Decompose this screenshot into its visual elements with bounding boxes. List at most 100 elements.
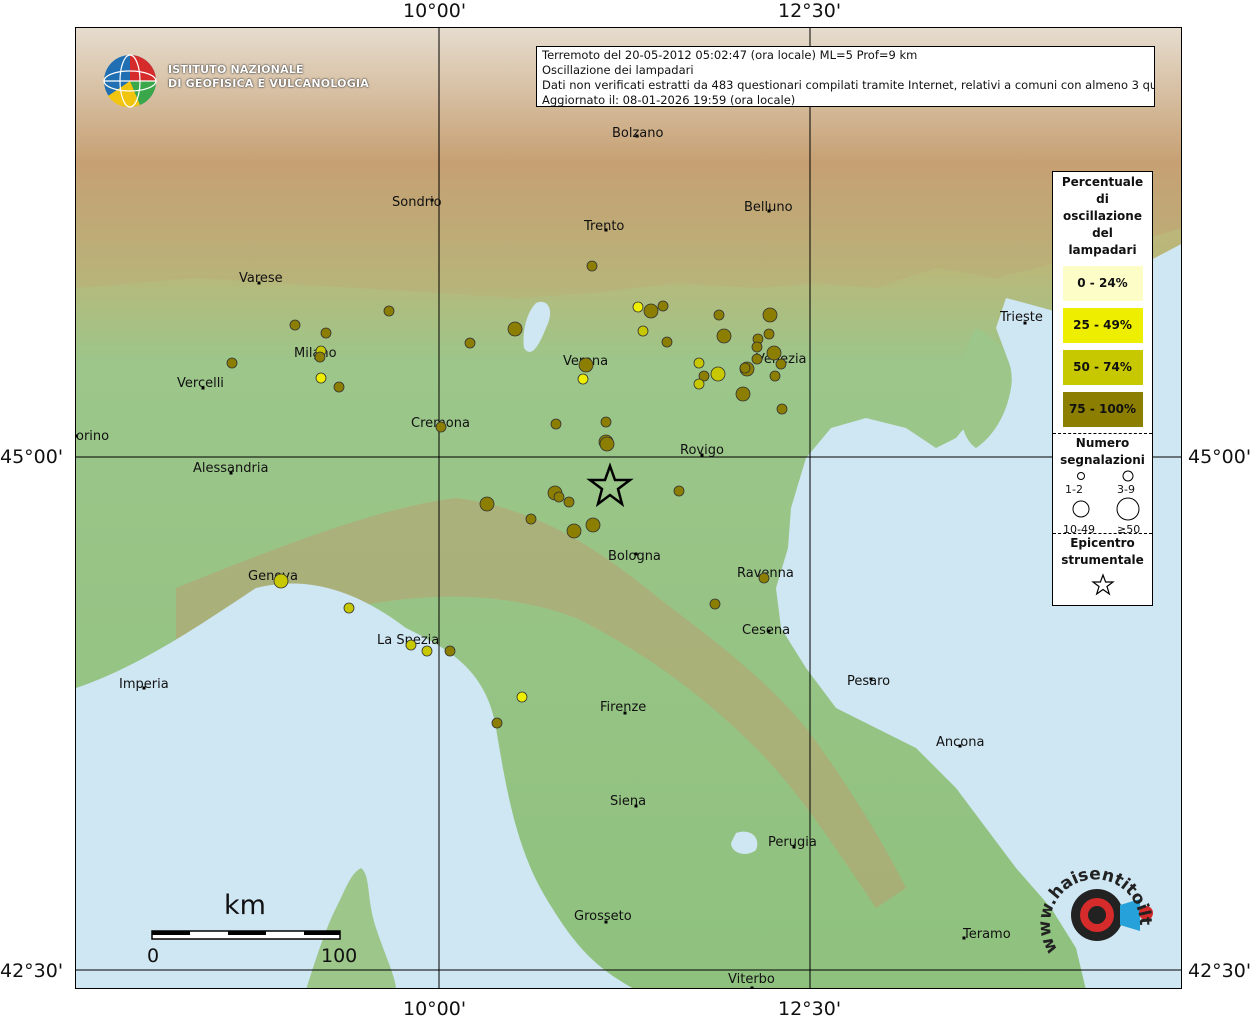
city-label-orino: orino [76, 429, 109, 444]
observation-point[interactable] [566, 523, 582, 539]
city-label-trento: Trento [583, 219, 624, 234]
size-label-3-9: 3-9 [1117, 483, 1135, 496]
legend-title-line: oscillazione [1063, 209, 1142, 223]
map-canvas[interactable]: Bolzano Sondrio Trento Belluno Varese Milano V… [75, 27, 1182, 989]
city-label-ancona: Ancona [936, 735, 984, 750]
city-label-alessandria: Alessandria [193, 461, 268, 476]
observation-point[interactable] [550, 418, 562, 430]
size-label-10-49: 10-49 [1063, 523, 1095, 536]
legend-epicenter-title-line: strumentale [1061, 553, 1144, 567]
observation-point[interactable] [444, 645, 456, 657]
observation-point[interactable] [421, 645, 433, 657]
observation-point[interactable] [226, 357, 238, 369]
observation-point[interactable] [289, 319, 301, 331]
observation-point[interactable] [491, 717, 503, 729]
size-circle-3-9 [1122, 470, 1134, 482]
latitude-label-right-4230: 42°30' [1188, 960, 1252, 982]
longitude-label-top-right: 12°30' [778, 0, 842, 22]
size-circle-1-2 [1077, 472, 1085, 480]
observation-point[interactable] [553, 491, 565, 503]
legend-title-line: lampadari [1068, 243, 1137, 257]
info-line-disclaimer: Dati non verificati estratti da 483 ques… [542, 78, 1155, 92]
observation-point[interactable] [585, 517, 601, 533]
observation-point[interactable] [776, 403, 788, 415]
scale-start: 0 [147, 945, 160, 967]
scale-end: 100 [321, 945, 358, 967]
scale-ruler [151, 930, 341, 940]
observation-point[interactable] [766, 345, 782, 361]
city-label-vercelli: Vercelli [177, 376, 224, 391]
longitude-label-bottom-left: 10°00' [403, 998, 467, 1020]
latitude-label-right-45: 45°00' [1188, 446, 1252, 468]
ingv-logo-line-1: ISTITUTO NAZIONALE [168, 63, 304, 76]
city-label-bolzano: Bolzano [612, 126, 664, 141]
ingv-logo-line-2: DI GEOFISICA E VULCANOLOGIA [168, 77, 369, 90]
city-label-trieste: Trieste [999, 310, 1043, 325]
observation-point[interactable] [751, 353, 763, 365]
city-label-pesaro: Pesaro [847, 674, 890, 689]
haisentitoilterremoto-logo-icon: www.haisentitoilterremoto.it [1040, 855, 1155, 957]
observation-point[interactable] [632, 301, 644, 313]
observation-point[interactable] [713, 309, 725, 321]
observation-point[interactable] [525, 513, 537, 525]
observation-point[interactable] [739, 362, 751, 374]
city-label-viterbo: Viterbo [728, 972, 775, 987]
observation-point[interactable] [383, 305, 395, 317]
observation-point[interactable] [333, 381, 345, 393]
city-label-genova: Genova [248, 569, 298, 584]
observation-point[interactable] [709, 598, 721, 610]
observation-point[interactable] [735, 386, 751, 402]
observation-point[interactable] [710, 366, 726, 382]
observation-point[interactable] [516, 691, 528, 703]
observation-point[interactable] [769, 370, 781, 382]
observation-point[interactable] [657, 300, 669, 312]
city-label-varese: Varese [239, 271, 283, 286]
observation-point[interactable] [661, 336, 673, 348]
ingv-logo-text: ISTITUTO NAZIONALE DI GEOFISICA E VULCAN… [168, 63, 369, 91]
observation-point[interactable] [751, 341, 763, 353]
legend-size-title: Numero segnalazioni [1053, 435, 1152, 469]
legend-class-0-24: 0 - 24% [1062, 266, 1143, 301]
size-circle-50 [1116, 497, 1140, 521]
city-label-belluno: Belluno [744, 200, 793, 215]
city-label-imperia: Imperia [119, 677, 169, 692]
observation-point[interactable] [763, 328, 775, 340]
longitude-label-bottom-right: 12°30' [778, 998, 842, 1020]
observation-point[interactable] [577, 373, 589, 385]
map-svg: BolzanoSondrioTrentoBellunoVareseMilanoV… [76, 28, 1181, 988]
observation-point[interactable] [563, 496, 575, 508]
observation-point[interactable] [464, 337, 476, 349]
latitude-label-left-4230: 42°30' [0, 960, 64, 982]
observation-point[interactable] [775, 358, 787, 370]
observation-point[interactable] [320, 327, 332, 339]
observation-point[interactable] [586, 260, 598, 272]
earthquake-info-box: Terremoto del 20-05-2012 05:02:47 (ora l… [536, 46, 1155, 107]
observation-point[interactable] [643, 303, 659, 319]
latitude-label-left-45: 45°00' [0, 446, 64, 468]
observation-point[interactable] [314, 351, 326, 363]
observation-point[interactable] [507, 321, 523, 337]
observation-point[interactable] [599, 436, 615, 452]
observation-point[interactable] [479, 496, 495, 512]
info-line-type: Oscillazione dei lampadari [542, 63, 694, 77]
observation-point[interactable] [758, 572, 770, 584]
observation-point[interactable] [600, 416, 612, 428]
observation-point[interactable] [273, 573, 289, 589]
observation-point[interactable] [315, 372, 327, 384]
legend-epicenter-title: Epicentro strumentale [1053, 535, 1152, 569]
observation-point[interactable] [673, 485, 685, 497]
city-label-teramo: Teramo [962, 927, 1011, 942]
city-label-perugia: Perugia [768, 835, 817, 850]
city-label-bologna: Bologna [608, 549, 661, 564]
observation-point[interactable] [693, 378, 705, 390]
legend-title-line: Percentuale [1061, 175, 1144, 189]
legend-panel: Percentuale di oscillazione del lampadar… [1052, 171, 1153, 606]
observation-point[interactable] [343, 602, 355, 614]
observation-point[interactable] [578, 357, 594, 373]
observation-point[interactable] [435, 421, 447, 433]
observation-point[interactable] [405, 639, 417, 651]
observation-point[interactable] [762, 307, 778, 323]
observation-point[interactable] [637, 325, 649, 337]
observation-point[interactable] [716, 328, 732, 344]
observation-point[interactable] [693, 357, 705, 369]
